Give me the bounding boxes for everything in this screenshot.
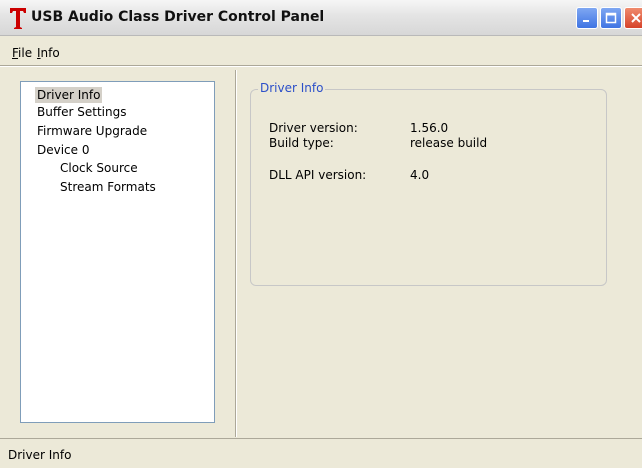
tree-item-stream-formats[interactable]: Stream Formats <box>58 179 158 195</box>
maximize-icon <box>605 12 617 24</box>
group-title: Driver Info <box>258 81 326 95</box>
tree-item-driver-info[interactable]: Driver Info <box>35 87 103 103</box>
menu-info-label: nfo <box>40 46 60 60</box>
navigation-tree[interactable]: Driver Info Buffer Settings Firmware Upg… <box>20 81 215 423</box>
menu-separator <box>0 65 642 67</box>
driver-info-group <box>250 89 607 286</box>
minimize-icon <box>583 20 589 22</box>
title-bar[interactable]: USB Audio Class Driver Control Panel <box>0 0 642 36</box>
tree-item-firmware-upgrade[interactable]: Firmware Upgrade <box>35 123 149 139</box>
status-bar: Driver Info <box>0 438 642 468</box>
dll-api-version-label: DLL API version: <box>269 168 367 182</box>
app-window: USB Audio Class Driver Control Panel Fil… <box>0 0 642 468</box>
menu-file[interactable]: File <box>12 46 32 60</box>
minimize-button[interactable] <box>576 7 598 29</box>
tree-item-device-0[interactable]: Device 0 <box>35 142 92 158</box>
tree-item-buffer-settings[interactable]: Buffer Settings <box>35 104 128 120</box>
app-logo-icon <box>10 8 26 29</box>
driver-version-label: Driver version: <box>269 121 358 135</box>
close-button[interactable] <box>624 7 642 29</box>
maximize-button[interactable] <box>600 7 622 29</box>
tree-item-clock-source[interactable]: Clock Source <box>58 160 140 176</box>
driver-version-value: 1.56.0 <box>410 121 449 135</box>
menu-info[interactable]: Info <box>37 46 60 60</box>
menu-file-label: ile <box>18 46 33 60</box>
close-icon <box>631 13 641 23</box>
build-type-label: Build type: <box>269 136 334 150</box>
menu-bar: File Info <box>0 41 642 65</box>
window-title: USB Audio Class Driver Control Panel <box>31 9 325 25</box>
build-type-value: release build <box>410 136 488 150</box>
status-text: Driver Info <box>8 448 72 462</box>
dll-api-version-value: 4.0 <box>410 168 430 182</box>
